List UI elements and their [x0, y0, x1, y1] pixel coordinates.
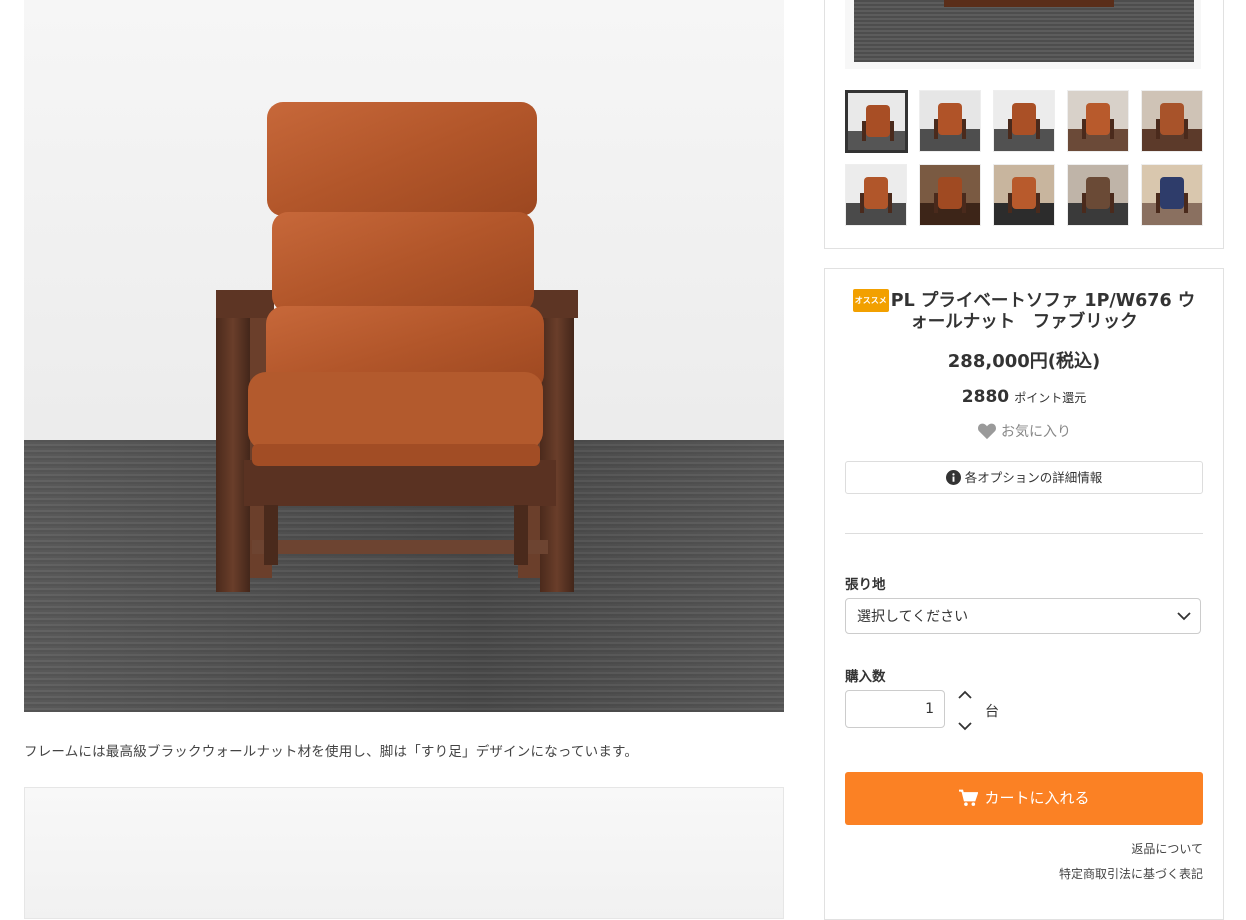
thumbnail-image — [994, 91, 1054, 151]
thumbnail-image — [994, 165, 1054, 225]
armchair-photo — [216, 102, 578, 592]
quantity-unit: 台 — [985, 704, 999, 720]
secondary-product-image[interactable] — [24, 787, 784, 919]
image-gallery — [824, 0, 1224, 249]
favorite-label: お気に入り — [1001, 424, 1071, 440]
gallery-thumb-10[interactable] — [1141, 164, 1203, 226]
option-info-label: 各オプションの詳細情報 — [964, 470, 1103, 485]
gallery-thumb-4[interactable] — [1067, 90, 1129, 152]
points-value: 2880 — [961, 387, 1010, 407]
thumbnail-image — [1142, 165, 1202, 225]
gallery-thumb-7[interactable] — [919, 164, 981, 226]
product-description: フレームには最高級ブラックウォールナット材を使用し、脚は「すり足」デザインになっ… — [24, 744, 639, 760]
gallery-thumb-5[interactable] — [1141, 90, 1203, 152]
upholstery-select[interactable]: 選択してください — [845, 598, 1201, 634]
thumbnail-image — [920, 91, 980, 151]
upholstery-select-value: 選択してください — [857, 609, 969, 625]
product-panel: オススメ PL プライベートソファ 1P/W676 ウォールナット ファブリック … — [824, 268, 1224, 920]
cart-icon — [959, 789, 979, 806]
chevron-up-icon[interactable] — [957, 689, 973, 701]
chevron-down-icon — [1177, 612, 1191, 621]
upholstery-label: 張り地 — [845, 577, 886, 593]
gallery-main-image[interactable] — [845, 0, 1201, 69]
option-info-button[interactable]: 各オプションの詳細情報 — [845, 461, 1203, 494]
points-info: 2880 ポイント還元 — [825, 387, 1223, 407]
add-to-cart-label: カートに入れる — [984, 789, 1090, 807]
chevron-down-icon[interactable] — [957, 720, 973, 732]
thumbnail-image — [1142, 91, 1202, 151]
heart-icon — [978, 423, 996, 440]
gallery-thumb-3[interactable] — [993, 90, 1055, 152]
quantity-input[interactable] — [845, 690, 945, 728]
gallery-thumb-9[interactable] — [1067, 164, 1129, 226]
product-price: 288,000円(税込) — [947, 351, 1101, 372]
thumbnail-image — [846, 165, 906, 225]
gallery-thumb-1[interactable] — [845, 90, 908, 153]
legal-notice-link[interactable]: 特定商取引法に基づく表記 — [1059, 865, 1203, 882]
gallery-thumb-2[interactable] — [919, 90, 981, 152]
quantity-label: 購入数 — [845, 669, 886, 685]
product-title-text: PL プライベートソファ 1P/W676 ウォールナット ファブリック — [890, 291, 1196, 332]
thumbnail-image — [848, 93, 905, 150]
thumbnail-image — [1068, 165, 1128, 225]
main-product-image[interactable] — [24, 0, 784, 712]
returns-link[interactable]: 返品について — [1131, 840, 1203, 857]
thumbnail-image — [1068, 91, 1128, 151]
divider — [845, 533, 1203, 534]
recommend-badge: オススメ — [852, 289, 889, 312]
thumbnail-image — [920, 165, 980, 225]
gallery-main-photo — [854, 0, 1194, 62]
info-icon — [945, 470, 961, 485]
add-to-cart-button[interactable]: カートに入れる — [845, 772, 1203, 825]
gallery-thumb-8[interactable] — [993, 164, 1055, 226]
gallery-thumb-6[interactable] — [845, 164, 907, 226]
favorite-button[interactable]: お気に入り — [825, 421, 1223, 441]
product-title: オススメ PL プライベートソファ 1P/W676 ウォールナット ファブリック — [845, 289, 1203, 333]
points-label: ポイント還元 — [1014, 391, 1087, 405]
